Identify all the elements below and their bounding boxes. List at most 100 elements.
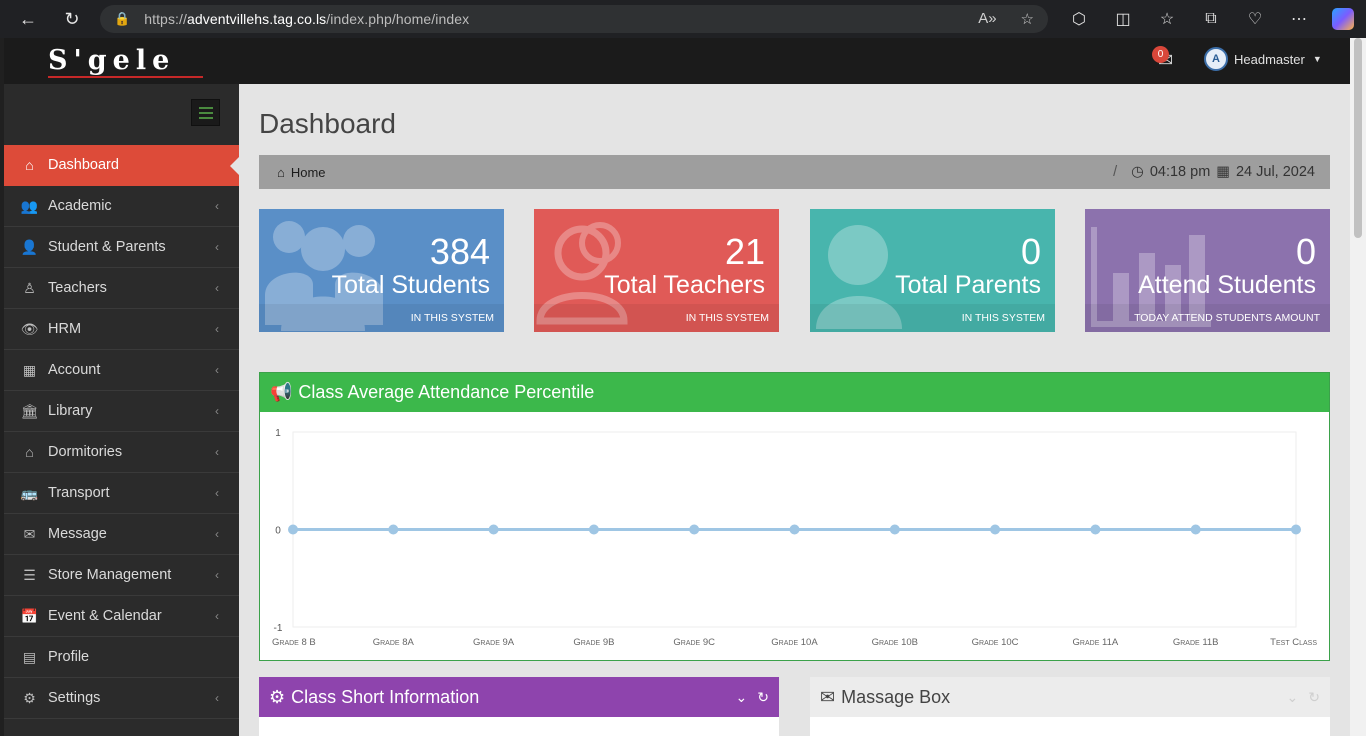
cogs-icon: ⚙ <box>269 686 286 707</box>
profile-card-icon: ▤ <box>22 648 37 665</box>
stat-card-students[interactable]: 384 Total Students IN THIS SYSTEM <box>259 209 504 332</box>
x-tick-label: Grade 9A <box>473 637 515 648</box>
more-menu-icon[interactable]: ⋯ <box>1288 8 1310 30</box>
sidebar-item-label: Account <box>48 362 101 378</box>
calendar-icon: ▦ <box>1216 164 1230 180</box>
stat-value: 0 <box>1020 231 1041 272</box>
x-tick-label: Grade 11B <box>1173 637 1219 648</box>
sidebar-item-label: Library <box>48 403 93 419</box>
sidebar-item-message[interactable]: ✉ Message ‹ <box>4 514 239 555</box>
teacher-icon: ♙ <box>23 279 36 296</box>
stat-card-attendance[interactable]: 0 Attend Students TODAY ATTEND STUDENTS … <box>1085 209 1330 332</box>
cogs-icon: ⚙ <box>23 689 36 706</box>
sidebar-item-teachers[interactable]: ♙ Teachers ‹ <box>4 268 239 309</box>
refresh-icon[interactable]: ↻ <box>1308 689 1320 706</box>
sidebar-item-settings[interactable]: ⚙ Settings ‹ <box>4 678 239 719</box>
chevron-left-icon: ‹ <box>215 568 219 582</box>
extensions-icon[interactable]: ⬡ <box>1068 8 1090 30</box>
main-content: Dashboard ⌂ Home / ◷ 04:18 pm ▦ 24 Jul, … <box>239 84 1350 736</box>
attendance-chart-panel: 📢 Class Average Attendance Percentile 1 0… <box>259 372 1330 661</box>
sidebar-item-event-calendar[interactable]: 📅 Event & Calendar ‹ <box>4 596 239 637</box>
x-tick-label: Grade 10C <box>972 637 1019 648</box>
panel-title: Class Average Attendance Percentile <box>298 382 595 402</box>
user-icon: 👤 <box>20 238 39 255</box>
user-menu[interactable]: A Headmaster ▼ <box>1204 47 1322 71</box>
calendar-icon: 📅 <box>20 607 39 624</box>
panel-header: ⚙ Class Short Information ⌄ ↻ <box>259 677 779 717</box>
breadcrumb-home-link[interactable]: ⌂ Home <box>277 165 326 180</box>
chevron-left-icon: ‹ <box>215 240 219 254</box>
chevron-left-icon: ‹ <box>215 199 219 213</box>
stat-label: Attend Students <box>1138 271 1316 299</box>
avatar: A <box>1204 47 1228 71</box>
sidebar-item-account[interactable]: ▦ Account ‹ <box>4 350 239 391</box>
app-window: S'gele ✉ 0 A Headmaster ▼ ⌂ Dashboard 👥 Aca… <box>4 38 1350 736</box>
collapse-chevron-icon[interactable]: ⌄ <box>736 689 748 706</box>
reload-icon[interactable]: ↻ <box>60 7 84 31</box>
split-screen-icon[interactable]: ◫ <box>1112 8 1134 30</box>
page-title: Dashboard <box>259 108 396 139</box>
list-icon: ☰ <box>23 566 36 583</box>
sidebar-item-profile[interactable]: ▤ Profile <box>4 637 239 678</box>
stat-label: Total Teachers <box>604 271 765 299</box>
favorite-star-icon[interactable]: ☆ <box>1021 10 1034 28</box>
read-aloud-icon[interactable]: A» <box>978 10 996 28</box>
url-text: https://adventvillehs.tag.co.ls/index.ph… <box>144 11 470 27</box>
home-icon: ⌂ <box>277 164 285 180</box>
x-tick-label: Grade 10B <box>872 637 918 648</box>
page-scrollbar[interactable] <box>1350 38 1366 736</box>
bank-icon: 🏛 <box>20 402 39 419</box>
x-tick-label: Grade 9C <box>673 637 715 648</box>
address-bar[interactable]: 🔒 https://adventvillehs.tag.co.ls/index.… <box>100 5 1048 33</box>
sidebar-item-store-management[interactable]: ☰ Store Management ‹ <box>4 555 239 596</box>
chevron-left-icon: ‹ <box>215 404 219 418</box>
chevron-left-icon: ‹ <box>215 281 219 295</box>
sidebar-item-student-parents[interactable]: 👤 Student & Parents ‹ <box>4 227 239 268</box>
stat-label: Total Students <box>331 271 490 299</box>
data-point <box>889 524 900 535</box>
sidebar-item-label: Store Management <box>48 567 172 583</box>
stat-card-teachers[interactable]: 21 Total Teachers IN THIS SYSTEM <box>534 209 779 332</box>
data-point <box>388 524 399 535</box>
x-tick-label: Grade 8 B <box>272 637 316 648</box>
data-point <box>288 524 298 535</box>
x-tick-label: Grade 10A <box>771 637 818 648</box>
stat-value: 21 <box>724 231 765 272</box>
sidebar-item-library[interactable]: 🏛 Library ‹ <box>4 391 239 432</box>
back-icon[interactable]: ← <box>16 7 40 31</box>
lock-icon: 🔒 <box>114 11 131 26</box>
stat-footer: TODAY ATTEND STUDENTS AMOUNT <box>1085 304 1330 332</box>
refresh-icon[interactable]: ↻ <box>757 689 769 706</box>
collapse-chevron-icon[interactable]: ⌄ <box>1287 689 1299 706</box>
data-point <box>488 524 499 535</box>
favorites-icon[interactable]: ☆ <box>1156 8 1178 30</box>
mail-notification-icon[interactable]: ✉ 0 <box>1152 46 1182 72</box>
chevron-left-icon: ‹ <box>215 609 219 623</box>
bus-icon: 🚌 <box>20 484 39 501</box>
app-logo[interactable]: S'gele <box>48 46 175 76</box>
sidebar-item-hrm[interactable]: 👁 HRM ‹ <box>4 309 239 350</box>
y-tick-label: -1 <box>274 623 283 634</box>
sidebar-item-label: Profile <box>48 649 90 665</box>
sidebar-item-label: HRM <box>48 321 82 337</box>
sidebar-toggle-button[interactable] <box>191 99 220 126</box>
sidebar-item-label: Academic <box>48 198 112 214</box>
clock-icon: ◷ <box>1131 164 1144 180</box>
stat-card-parents[interactable]: 0 Total Parents IN THIS SYSTEM <box>810 209 1055 332</box>
copilot-icon[interactable] <box>1332 8 1354 30</box>
sidebar-item-label: Student & Parents <box>48 239 166 255</box>
breadcrumb-separator: / <box>1113 164 1118 180</box>
sidebar-item-dormitories[interactable]: ⌂ Dormitories ‹ <box>4 432 239 473</box>
message-box-panel: ✉ Massage Box ⌄ ↻ <box>810 677 1330 736</box>
browser-essentials-icon[interactable]: ♡ <box>1244 8 1266 30</box>
scrollbar-thumb[interactable] <box>1354 38 1362 238</box>
mail-count-badge: 0 <box>1152 46 1169 63</box>
sidebar-item-transport[interactable]: 🚌 Transport ‹ <box>4 473 239 514</box>
sidebar-item-academic[interactable]: 👥 Academic ‹ <box>4 186 239 227</box>
x-tick-label: Test Class <box>1270 637 1317 648</box>
sidebar-item-dashboard[interactable]: ⌂ Dashboard <box>4 145 239 186</box>
calculator-icon: ▦ <box>22 361 37 378</box>
collections-icon[interactable]: ⧉ <box>1200 8 1222 30</box>
data-point <box>1291 524 1301 535</box>
current-time: 04:18 pm <box>1149 164 1211 180</box>
